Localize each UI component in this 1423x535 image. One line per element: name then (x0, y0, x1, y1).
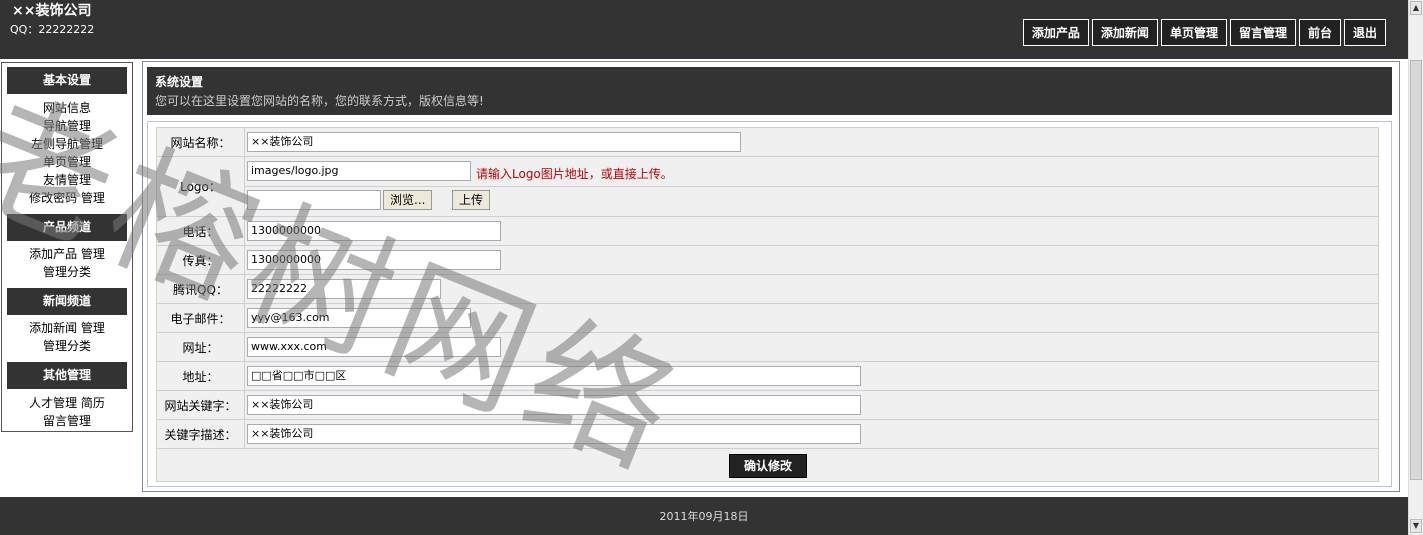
description-input[interactable]: ××装饰公司 (247, 424, 861, 444)
top-nav: 添加产品 添加新闻 单页管理 留言管理 前台 退出 (1022, 19, 1386, 46)
fax-input[interactable]: 1300000000 (247, 250, 501, 270)
logo-hint: 请输入Logo图片地址，或直接上传。 (476, 167, 673, 181)
row-description: 关键字描述： ××装饰公司 (156, 419, 1379, 449)
row-keywords: 网站关键字： ××装饰公司 (156, 390, 1379, 420)
sidebar-group-other: 其他管理 (7, 362, 127, 389)
scroll-thumb[interactable] (1410, 60, 1422, 480)
scroll-down-icon[interactable]: ▼ (1410, 519, 1422, 533)
fax-label: 传真： (157, 246, 245, 274)
sidebar-group-basic: 基本设置 (7, 67, 127, 94)
sidebar-item-left-nav[interactable]: 左侧导航管理 (2, 135, 132, 153)
row-qq: 腾讯QQ： 22222222 (156, 274, 1379, 304)
upload-button[interactable]: 上传 (452, 190, 491, 210)
main-panel: 系统设置 您可以在这里设置您网站的名称，您的联系方式，版权信息等! 网站名称： … (142, 61, 1400, 492)
address-input[interactable]: □□省□□市□□区 (247, 366, 861, 386)
browse-button[interactable]: 浏览... (383, 190, 433, 210)
qq-label: 腾讯QQ： (157, 275, 245, 303)
add-product-button[interactable]: 添加产品 (1022, 19, 1089, 46)
sidebar-item-add-product[interactable]: 添加产品 管理 (2, 245, 132, 263)
row-url: 网址： www.xxx.com (156, 332, 1379, 362)
site-name: ××装饰公司 (12, 3, 92, 19)
sidebar-item-nav[interactable]: 导航管理 (2, 117, 132, 135)
email-input[interactable]: yyy@163.com (247, 308, 471, 328)
vertical-scrollbar[interactable]: ▲ ▼ (1408, 0, 1423, 535)
scroll-up-icon[interactable]: ▲ (1410, 1, 1422, 15)
email-label: 电子邮件： (157, 304, 245, 332)
row-site-name: 网站名称： ××装饰公司 (156, 127, 1379, 157)
sidebar-item-password[interactable]: 修改密码 管理 (2, 189, 132, 207)
site-qq: QQ：22222222 (10, 23, 95, 36)
footer-date: 2011年09月18日 (659, 510, 749, 523)
settings-form: 网站名称： ××装饰公司 Logo： images/logo.jpg 请输入Lo… (147, 121, 1392, 487)
row-email: 电子邮件： yyy@163.com (156, 303, 1379, 333)
single-page-button[interactable]: 单页管理 (1160, 19, 1227, 46)
address-label: 地址： (157, 362, 245, 390)
url-input[interactable]: www.xxx.com (247, 337, 501, 357)
logo-file-input[interactable] (247, 190, 381, 210)
sidebar-item-add-news[interactable]: 添加新闻 管理 (2, 319, 132, 337)
row-logo: Logo： images/logo.jpg 请输入Logo图片地址，或直接上传。… (156, 156, 1379, 217)
sidebar-item-messages[interactable]: 留言管理 (2, 412, 132, 430)
confirm-button[interactable]: 确认修改 (729, 454, 807, 478)
row-fax: 传真： 1300000000 (156, 245, 1379, 275)
logo-path-input[interactable]: images/logo.jpg (247, 161, 471, 181)
header: ××装饰公司 QQ：22222222 添加产品 添加新闻 单页管理 留言管理 前… (0, 0, 1408, 59)
phone-label: 电话： (157, 217, 245, 245)
row-phone: 电话： 1300000000 (156, 216, 1379, 246)
sidebar-item-site-info[interactable]: 网站信息 (2, 99, 132, 117)
panel-header: 系统设置 您可以在这里设置您网站的名称，您的联系方式，版权信息等! (147, 67, 1392, 115)
sidebar-item-links[interactable]: 友情管理 (2, 171, 132, 189)
url-label: 网址： (157, 333, 245, 361)
sidebar-item-talent[interactable]: 人才管理 简历 (2, 394, 132, 412)
panel-title: 系统设置 (155, 75, 204, 89)
site-name-input[interactable]: ××装饰公司 (247, 132, 741, 152)
message-manage-button[interactable]: 留言管理 (1229, 19, 1296, 46)
sidebar-item-single-page[interactable]: 单页管理 (2, 153, 132, 171)
panel-description: 您可以在这里设置您网站的名称，您的联系方式，版权信息等! (155, 94, 484, 108)
description-label: 关键字描述： (157, 420, 245, 448)
logo-label: Logo： (157, 157, 245, 216)
sidebar-item-news-category[interactable]: 管理分类 (2, 337, 132, 355)
keywords-label: 网站关键字： (157, 391, 245, 419)
front-end-button[interactable]: 前台 (1298, 19, 1341, 46)
sidebar-item-product-category[interactable]: 管理分类 (2, 263, 132, 281)
row-submit: 确认修改 (156, 448, 1379, 482)
site-name-label: 网站名称： (157, 128, 245, 156)
row-address: 地址： □□省□□市□□区 (156, 361, 1379, 391)
add-news-button[interactable]: 添加新闻 (1091, 19, 1158, 46)
logout-button[interactable]: 退出 (1343, 19, 1386, 46)
sidebar: 基本设置 网站信息 导航管理 左侧导航管理 单页管理 友情管理 修改密码 管理 … (1, 62, 133, 432)
footer: 2011年09月18日 (0, 497, 1408, 535)
logo-row-divider (245, 186, 1378, 187)
sidebar-group-product: 产品频道 (7, 214, 127, 241)
qq-input[interactable]: 22222222 (247, 279, 441, 299)
keywords-input[interactable]: ××装饰公司 (247, 395, 861, 415)
sidebar-group-news: 新闻频道 (7, 288, 127, 315)
phone-input[interactable]: 1300000000 (247, 221, 501, 241)
